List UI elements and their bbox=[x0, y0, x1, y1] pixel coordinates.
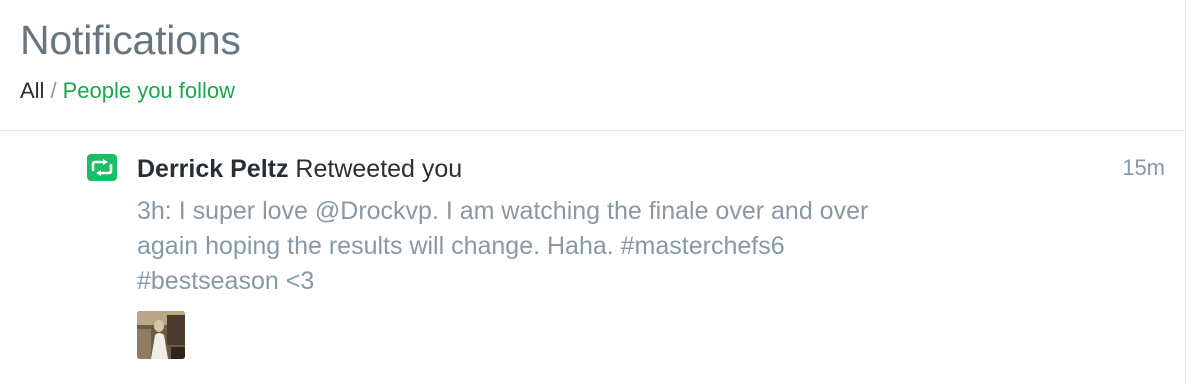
page-title: Notifications bbox=[20, 17, 241, 63]
notification-filters: All / People you follow bbox=[20, 78, 235, 104]
filter-all-link[interactable]: All bbox=[20, 78, 44, 103]
notification-timestamp[interactable]: 15m bbox=[1122, 153, 1165, 183]
tweet-line: 3h: I super love @Drockvp. I am watching… bbox=[137, 197, 869, 225]
actor-name-link[interactable]: Derrick Peltz bbox=[137, 155, 288, 183]
column-border bbox=[1185, 0, 1186, 384]
photo-thumbnail[interactable] bbox=[137, 311, 185, 359]
filter-people-you-follow-link[interactable]: People you follow bbox=[63, 78, 235, 103]
filter-separator: / bbox=[50, 78, 57, 103]
tweet-line: again hoping the results will change. Ha… bbox=[137, 232, 785, 260]
notification-action-text: Retweeted you bbox=[295, 155, 463, 183]
tweet-text[interactable]: 3h: I super love @Drockvp. I am watching… bbox=[137, 194, 997, 299]
notifications-page: Notifications All / People you follow Derr… bbox=[0, 0, 1200, 384]
notification-item[interactable]: Derrick Peltz Retweeted you 15m 3h: I su… bbox=[0, 131, 1185, 384]
notification-headline: Derrick Peltz Retweeted you bbox=[137, 153, 462, 185]
notifications-header: Notifications All / People you follow bbox=[0, 0, 1185, 131]
tweet-line: #bestseason <3 bbox=[137, 267, 315, 295]
retweet-icon bbox=[87, 154, 117, 181]
